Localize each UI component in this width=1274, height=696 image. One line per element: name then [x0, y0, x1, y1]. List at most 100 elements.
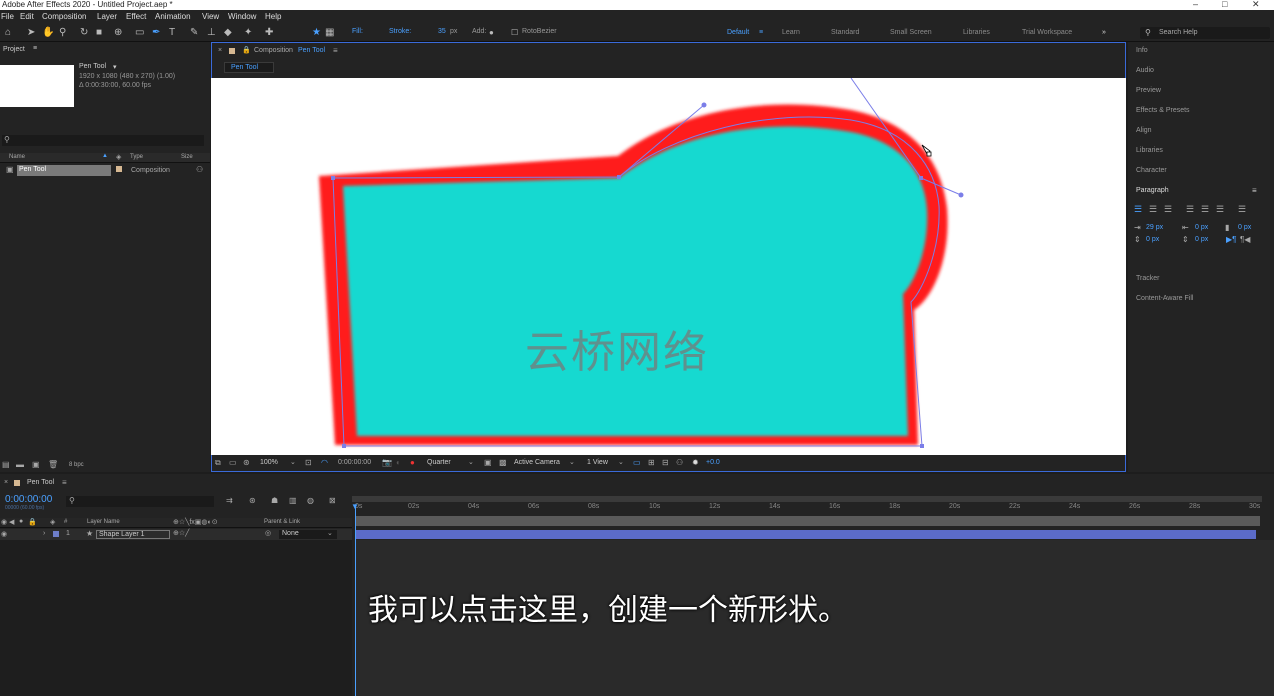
chevron-down-icon[interactable]: ⌄: [290, 458, 296, 466]
layer-duration-bar[interactable]: [356, 530, 1256, 539]
transparency-grid-icon[interactable]: ▩: [499, 458, 507, 467]
workspace-menu-icon[interactable]: ≡: [759, 29, 763, 36]
timeline-icon[interactable]: ⊟: [662, 458, 669, 467]
label-color-swatch[interactable]: [53, 531, 59, 537]
current-time-display[interactable]: 0:00:00:00: [338, 459, 371, 466]
safe-zones-icon[interactable]: ⊡: [305, 458, 312, 467]
camera-view-select[interactable]: Active Camera: [514, 459, 560, 466]
region-of-interest-icon[interactable]: ▣: [484, 458, 492, 467]
toggle-pixel-aspect-icon[interactable]: ▭: [633, 458, 641, 467]
chevron-down-icon[interactable]: ⌄: [618, 458, 624, 466]
bezier-handle-point[interactable]: [958, 192, 964, 198]
graph-editor-icon[interactable]: ⊠: [329, 496, 336, 505]
close-button[interactable]: ✕: [1252, 0, 1260, 9]
draft-3d-icon[interactable]: ⊛: [249, 496, 256, 505]
chevron-down-icon[interactable]: ⌄: [569, 458, 575, 466]
lock-icon[interactable]: 🔒: [242, 46, 251, 54]
workspace-libraries[interactable]: Libraries: [963, 29, 990, 36]
parent-select[interactable]: None ⌄: [279, 530, 337, 539]
playhead-icon[interactable]: ▼: [351, 502, 359, 511]
interpret-footage-icon[interactable]: ▤: [2, 460, 10, 469]
menu-animation[interactable]: Animation: [155, 12, 191, 21]
panel-tracker[interactable]: Tracker: [1136, 275, 1159, 282]
column-parent-link[interactable]: Parent & Link: [264, 519, 300, 525]
exposure-value[interactable]: +0.0: [706, 459, 720, 466]
lock-icon[interactable]: 🔒: [28, 518, 37, 526]
panel-align[interactable]: Align: [1136, 127, 1152, 134]
justify-all-icon[interactable]: ☰: [1238, 204, 1246, 215]
always-preview-icon[interactable]: ⧉: [215, 458, 221, 468]
vertex-point[interactable]: [617, 175, 621, 179]
menu-help[interactable]: Help: [265, 12, 281, 21]
panel-menu-icon[interactable]: ≡: [1252, 186, 1257, 195]
workspace-small-screen[interactable]: Small Screen: [890, 29, 932, 36]
align-center-icon[interactable]: ☰: [1149, 204, 1157, 215]
project-search-input[interactable]: ⚲: [2, 135, 204, 146]
bezier-handle-point[interactable]: [701, 102, 707, 108]
switches-icons[interactable]: ⊕☆╲fx▣◍◐⊙: [173, 518, 218, 526]
workspace-trial[interactable]: Trial Workspace: [1022, 29, 1072, 36]
audio-icon[interactable]: ◀: [9, 518, 14, 526]
work-area-range[interactable]: [355, 516, 1260, 526]
trash-icon[interactable]: 🗑: [48, 460, 58, 469]
panel-content-aware-fill[interactable]: Content-Aware Fill: [1136, 295, 1193, 302]
composition-tab[interactable]: Pen Tool: [224, 62, 274, 73]
vertex-point[interactable]: [920, 444, 924, 448]
vertex-point[interactable]: [331, 176, 335, 180]
justify-last-left-icon[interactable]: ☰: [1186, 204, 1194, 215]
rtl-direction-icon[interactable]: ¶◀: [1240, 235, 1250, 244]
menu-composition[interactable]: Composition: [42, 12, 86, 21]
more-workspaces-icon[interactable]: »: [1102, 29, 1106, 36]
panel-effects-presets[interactable]: Effects & Presets: [1136, 107, 1190, 114]
vertex-point[interactable]: [919, 176, 923, 180]
fast-previews-icon[interactable]: ⊞: [648, 458, 655, 467]
magnification-select[interactable]: 100%: [260, 459, 278, 466]
layer-row[interactable]: ◉ › 1 ★ Shape Layer 1 ⊕☆╱ ◎ None ⌄: [0, 529, 352, 540]
panel-menu-icon[interactable]: ≡: [62, 478, 67, 487]
space-before-value[interactable]: 0 px: [1146, 236, 1159, 243]
panel-menu-icon[interactable]: ≡: [333, 46, 338, 55]
minimize-button[interactable]: –: [1193, 0, 1198, 9]
mask-path-icon[interactable]: ◠: [321, 458, 328, 467]
label-tag-icon[interactable]: ◈: [50, 518, 55, 526]
panel-audio[interactable]: Audio: [1136, 67, 1154, 74]
show-snapshot-icon[interactable]: ◐: [396, 458, 401, 467]
monitor-icon[interactable]: ▭: [229, 458, 237, 467]
close-icon[interactable]: ×: [4, 479, 8, 486]
comp-mini-flowchart-icon[interactable]: ⇉: [226, 496, 233, 505]
label-color-swatch[interactable]: [116, 166, 122, 172]
eye-icon[interactable]: ◉: [1, 530, 7, 538]
snapshot-camera-icon[interactable]: 📷: [382, 458, 392, 467]
project-panel-title[interactable]: Project: [3, 46, 25, 53]
bpc-label[interactable]: 8 bpc: [69, 462, 84, 468]
panel-libraries[interactable]: Libraries: [1136, 147, 1163, 154]
layer-name-field[interactable]: Shape Layer 1: [96, 530, 170, 539]
panel-paragraph[interactable]: Paragraph: [1136, 187, 1169, 194]
menu-effect[interactable]: Effect: [126, 12, 146, 21]
justify-last-center-icon[interactable]: ☰: [1201, 204, 1209, 215]
timeline-search-input[interactable]: ⚲: [66, 496, 214, 507]
search-help-box[interactable]: ⚲ Search Help: [1140, 27, 1270, 39]
align-left-icon[interactable]: ☰: [1134, 204, 1142, 215]
sort-ascending-icon[interactable]: ▲: [102, 153, 108, 159]
pick-whip-icon[interactable]: ◎: [265, 529, 271, 537]
vertex-point[interactable]: [342, 444, 346, 448]
frame-blending-icon[interactable]: ▥: [289, 496, 297, 505]
timeline-tab-label[interactable]: Pen Tool: [27, 479, 54, 486]
indent-left-value[interactable]: 29 px: [1146, 224, 1163, 231]
chevron-down-icon[interactable]: ▾: [113, 63, 117, 71]
flowchart-icon[interactable]: ⚇: [196, 165, 203, 174]
label-tag-icon[interactable]: ◈: [116, 153, 121, 161]
column-name[interactable]: Name: [9, 154, 25, 160]
viewer-canvas[interactable]: [211, 78, 1126, 455]
new-composition-icon[interactable]: ▣: [32, 460, 40, 469]
time-ruler[interactable]: 0s 02s 04s 06s 08s 10s 12s 14s 16s 18s 2…: [352, 503, 1262, 515]
justify-last-right-icon[interactable]: ☰: [1216, 204, 1224, 215]
ltr-direction-icon[interactable]: ▶¶: [1226, 235, 1236, 244]
menu-view[interactable]: View: [202, 12, 219, 21]
solo-icon[interactable]: ●: [19, 518, 23, 525]
workspace-learn[interactable]: Learn: [782, 29, 800, 36]
column-layer-name[interactable]: Layer Name: [87, 519, 120, 525]
motion-blur-icon[interactable]: ◍: [307, 496, 314, 505]
menu-file[interactable]: File: [1, 12, 14, 21]
